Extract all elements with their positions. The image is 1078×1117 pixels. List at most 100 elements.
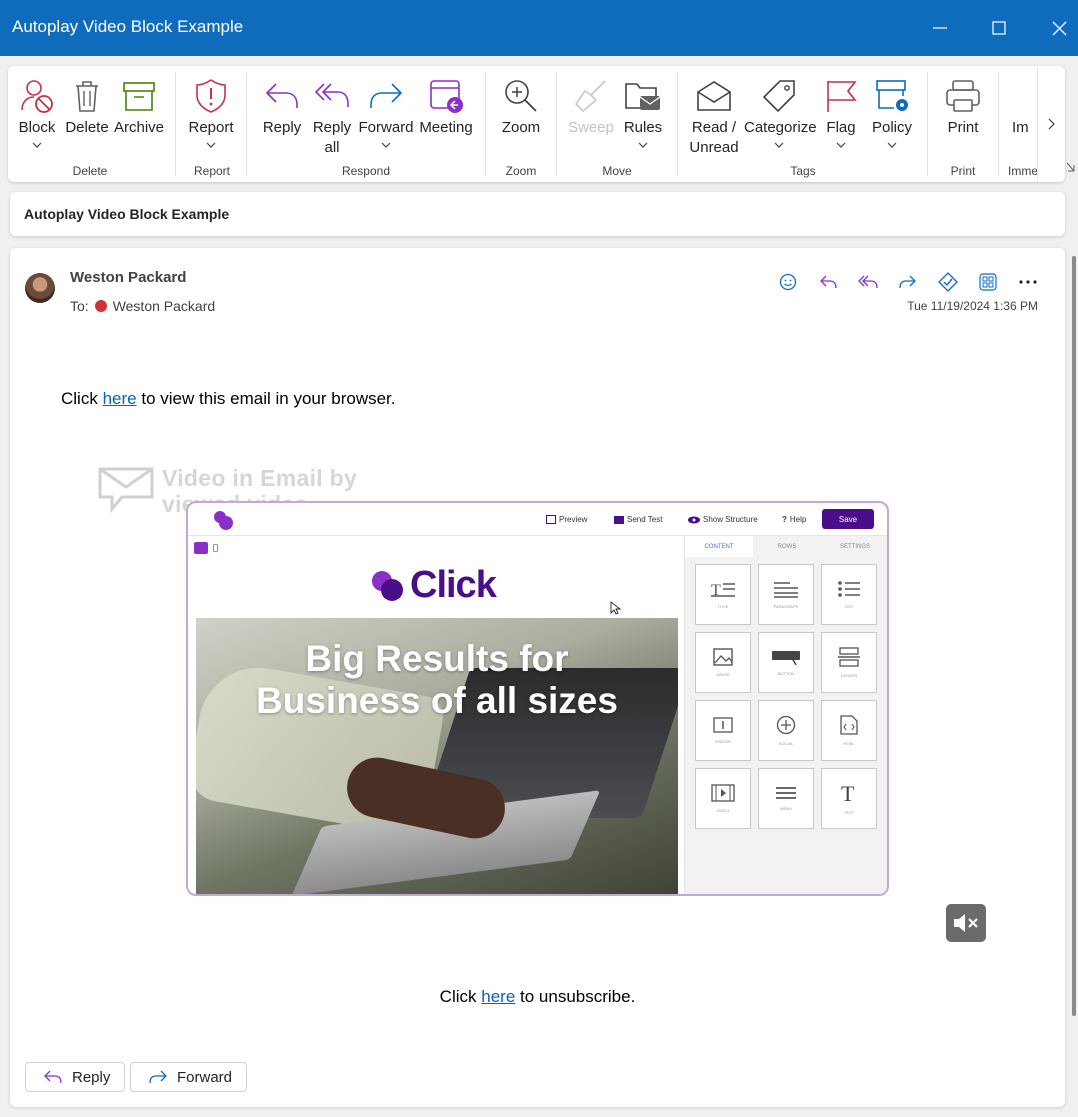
zoom-button[interactable]: Zoom [496, 74, 546, 166]
block-icon [21, 80, 53, 113]
reply-button[interactable]: Reply [258, 74, 306, 166]
recipient-name[interactable]: Weston Packard [113, 298, 215, 314]
tile-list-label: LIST [844, 604, 854, 609]
footer-reply-button[interactable]: Reply [25, 1062, 125, 1092]
ribbon-scroll-right-button[interactable] [1037, 66, 1065, 182]
sweep-button[interactable]: Sweep [566, 74, 616, 166]
unsubscribe-link[interactable]: here [481, 987, 515, 1006]
archive-button[interactable]: Archive [112, 74, 166, 166]
tile-paragraph: PARAGRAPH [758, 564, 814, 625]
ribbon-divider [927, 72, 928, 176]
chevron-down-icon [32, 142, 42, 148]
print-button[interactable]: Print [938, 74, 988, 166]
reply-icon-button[interactable] [808, 270, 848, 294]
more-actions-button[interactable] [1008, 270, 1048, 294]
sweep-broom-icon [574, 80, 606, 113]
image-icon [713, 648, 733, 666]
send-test-icon [614, 516, 624, 524]
editor-help-label: Help [789, 515, 807, 524]
sweep-label: Sweep [568, 119, 614, 136]
chevron-down-icon [638, 142, 648, 148]
cursor-icon [610, 601, 622, 615]
forward-icon-button[interactable] [888, 270, 928, 294]
paragraph-icon [774, 582, 798, 598]
reply-all-icon [314, 83, 349, 107]
minimize-button[interactable] [911, 0, 969, 56]
meeting-button[interactable]: Meeting [416, 74, 476, 166]
spacer-icon [713, 717, 733, 733]
unsubscribe-line: Click here to unsubscribe. [10, 987, 1065, 1007]
title-bar: Autoplay Video Block Example [0, 0, 1078, 56]
video-frame[interactable]: Preview Send Test Show Structure ? Help S… [186, 501, 889, 896]
tile-image: IMAGE [695, 632, 751, 693]
tile-title: T TITLE [695, 564, 751, 625]
policy-button[interactable]: Policy [868, 74, 916, 166]
viva-insights-button[interactable] [928, 270, 968, 294]
delete-button[interactable]: Delete [64, 74, 110, 166]
tag-icon [762, 80, 795, 113]
reply-icon [44, 1070, 62, 1084]
ribbon-expand-icon[interactable] [1066, 162, 1076, 174]
speech-bubble-icon [98, 467, 154, 513]
react-button[interactable] [768, 270, 808, 294]
ribbon: Block Delete Archive Delete Report Repor… [8, 66, 1065, 182]
editor-tab-settings: SETTINGS [839, 543, 870, 550]
view-in-browser-link[interactable]: here [103, 389, 137, 408]
title-icon: T [711, 582, 735, 598]
flag-label: Flag [826, 119, 856, 136]
video-icon [711, 784, 735, 802]
archive-label: Archive [113, 119, 165, 136]
tile-button-label: BUTTON [777, 671, 795, 676]
avatar[interactable] [25, 273, 55, 303]
sender-name[interactable]: Weston Packard [70, 269, 186, 286]
group-print-label: Print [950, 164, 976, 178]
tile-text-label: TEXT [843, 810, 855, 815]
view-in-browser-text-before: Click [61, 389, 98, 408]
footer-forward-button[interactable]: Forward [130, 1062, 247, 1092]
flag-button[interactable]: Flag [818, 74, 864, 166]
editor-sidebar: CONTENT ROWS SETTINGS T TITLE PARAGRAPH L… [684, 536, 887, 894]
apps-button[interactable] [968, 270, 1008, 294]
scrollbar-thumb[interactable] [1072, 256, 1076, 1016]
tile-html-label: HTML [843, 741, 855, 746]
editor-show-structure-label: Show Structure [703, 515, 758, 524]
ribbon-divider [175, 72, 176, 176]
tile-list: LIST [821, 564, 877, 625]
content-tiles: T TITLE PARAGRAPH LIST IMAGE BUTTON DIVID… [695, 564, 877, 829]
menu-icon [776, 787, 796, 799]
desktop-view-icon [194, 542, 208, 554]
editor-send-test-button: Send Test [614, 515, 662, 524]
presence-dot-icon [94, 300, 107, 312]
watermark-line1: Video in Email by [162, 465, 358, 491]
block-button[interactable]: Block [14, 74, 60, 166]
reply-all-button[interactable]: Reply all [308, 74, 356, 166]
eye-icon [688, 516, 700, 523]
reply-all-icon-button[interactable] [848, 270, 888, 294]
tile-spacer: SPACER [695, 700, 751, 761]
forward-button[interactable]: Forward [358, 74, 414, 166]
close-button[interactable] [1030, 0, 1078, 56]
read-unread-label-line2: Unread [689, 139, 739, 156]
text-icon: T [841, 782, 855, 804]
video-block[interactable]: Video in Email by viewed.video Preview S… [96, 463, 901, 898]
report-button[interactable]: Report [186, 74, 236, 166]
read-unread-button[interactable]: Read / Unread [686, 74, 742, 166]
tile-video-label: VIDEO [716, 808, 730, 813]
chevron-down-icon [206, 142, 216, 148]
tile-title-label: TITLE [717, 604, 729, 609]
maximize-button[interactable] [970, 0, 1028, 56]
tile-social: SOCIAL [758, 700, 814, 761]
categorize-button[interactable]: Categorize [744, 74, 817, 166]
tile-video: VIDEO [695, 768, 751, 829]
rules-button[interactable]: Rules [618, 74, 668, 166]
maximize-icon [992, 21, 1006, 35]
envelope-open-icon [697, 81, 731, 111]
ribbon-divider [677, 72, 678, 176]
mute-button[interactable] [946, 904, 986, 942]
group-move-label: Move [602, 164, 632, 178]
hero-image: Big Results for Business of all sizes [196, 618, 678, 894]
editor-help-button: ? Help [782, 515, 806, 524]
message-date: Tue 11/19/2024 1:36 PM [907, 299, 1038, 313]
delete-icon [76, 81, 98, 112]
muted-speaker-icon [954, 914, 978, 932]
